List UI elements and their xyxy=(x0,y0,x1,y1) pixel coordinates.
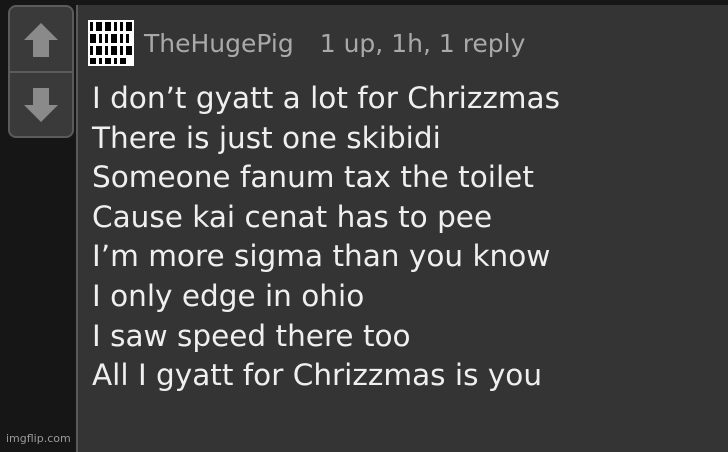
vote-divider xyxy=(10,71,72,73)
comment-line: I’m more sigma than you know xyxy=(92,239,551,274)
comment-line: I don’t gyatt a lot for Chrizzmas xyxy=(92,81,560,115)
comment-meta: 1 up, 1h, 1 reply xyxy=(319,28,526,58)
comment-line: Someone fanum tax the toilet xyxy=(92,160,534,195)
comment-line: All I gyatt for Chrizzmas is you xyxy=(92,358,543,393)
comment-line: Cause kai cenat has to pee xyxy=(92,199,493,234)
arrow-down-icon xyxy=(24,88,58,122)
avatar[interactable] xyxy=(88,20,134,66)
comment-body: I don’t gyatt a lot for Chrizzmas There … xyxy=(92,79,722,396)
vote-controls xyxy=(8,5,74,138)
watermark: imgflip.com xyxy=(6,432,71,445)
username-link[interactable]: TheHugePig xyxy=(144,29,294,58)
upvote-button[interactable] xyxy=(10,9,72,71)
arrow-up-icon xyxy=(24,23,58,57)
downvote-button[interactable] xyxy=(10,74,72,136)
comment-panel: TheHugePig 1 up, 1h, 1 reply I don’t gya… xyxy=(76,5,728,452)
comment-line: I saw speed there too xyxy=(92,318,411,353)
comment-line: I only edge in ohio xyxy=(92,278,365,313)
binary-pattern-avatar xyxy=(88,20,134,66)
stage: TheHugePig 1 up, 1h, 1 reply I don’t gya… xyxy=(0,0,728,452)
comment-line: There is just one skibidi xyxy=(92,120,441,155)
comment-header: TheHugePig 1 up, 1h, 1 reply xyxy=(88,13,525,73)
